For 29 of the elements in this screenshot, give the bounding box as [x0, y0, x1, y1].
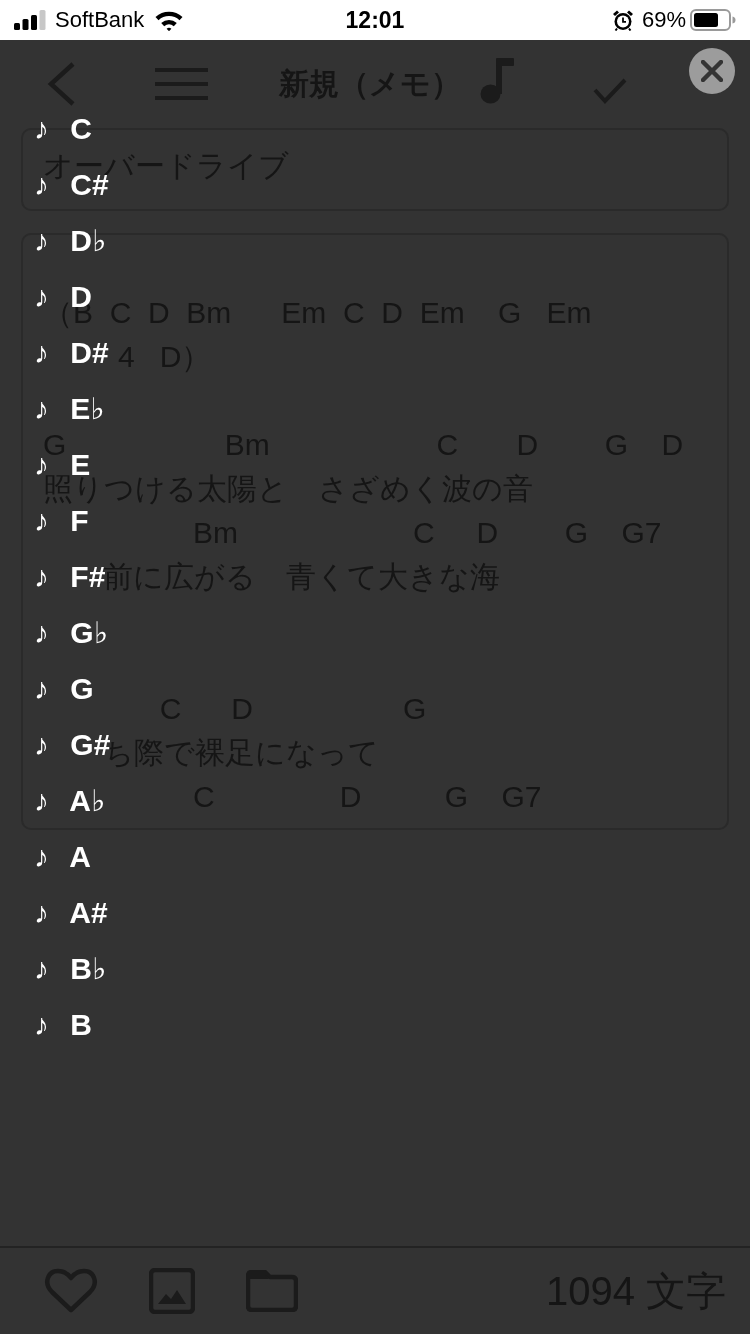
heart-icon[interactable]: [44, 1268, 98, 1314]
key-menu-item[interactable]: ♪ F: [34, 505, 89, 537]
alarm-clock-icon: [611, 9, 634, 31]
signal-icon: [14, 10, 46, 30]
status-time: 12:01: [345, 6, 405, 34]
key-menu-item[interactable]: ♪ E: [34, 449, 91, 481]
key-menu-item[interactable]: ♪ B♭: [34, 953, 107, 985]
image-icon[interactable]: [149, 1268, 195, 1314]
key-menu-item[interactable]: ♪ A♭: [34, 785, 106, 817]
wifi-icon: [154, 9, 185, 31]
key-menu-item[interactable]: ♪ A#: [34, 897, 108, 929]
key-menu-item[interactable]: ♪ F#: [34, 561, 106, 593]
checkmark-icon[interactable]: [593, 78, 627, 104]
key-menu-item[interactable]: ♪ E♭: [34, 393, 105, 425]
back-icon[interactable]: [46, 62, 76, 106]
battery-icon: [690, 9, 736, 31]
folder-icon[interactable]: [246, 1270, 298, 1312]
key-menu-item[interactable]: ♪ A: [34, 841, 91, 873]
key-menu-item[interactable]: ♪ G♭: [34, 617, 108, 649]
key-menu-item[interactable]: ♪ B: [34, 1009, 92, 1041]
key-menu-item[interactable]: ♪ C#: [34, 169, 109, 201]
key-menu-item[interactable]: ♪ D#: [34, 337, 109, 369]
close-icon[interactable]: [701, 60, 723, 82]
close-button[interactable]: [689, 48, 735, 94]
menu-icon[interactable]: [155, 68, 208, 100]
music-note-icon[interactable]: [480, 58, 514, 104]
carrier-name: SoftBank: [55, 7, 145, 33]
battery-percentage: 69%: [641, 7, 686, 33]
key-menu-item[interactable]: ♪ G: [34, 673, 94, 705]
